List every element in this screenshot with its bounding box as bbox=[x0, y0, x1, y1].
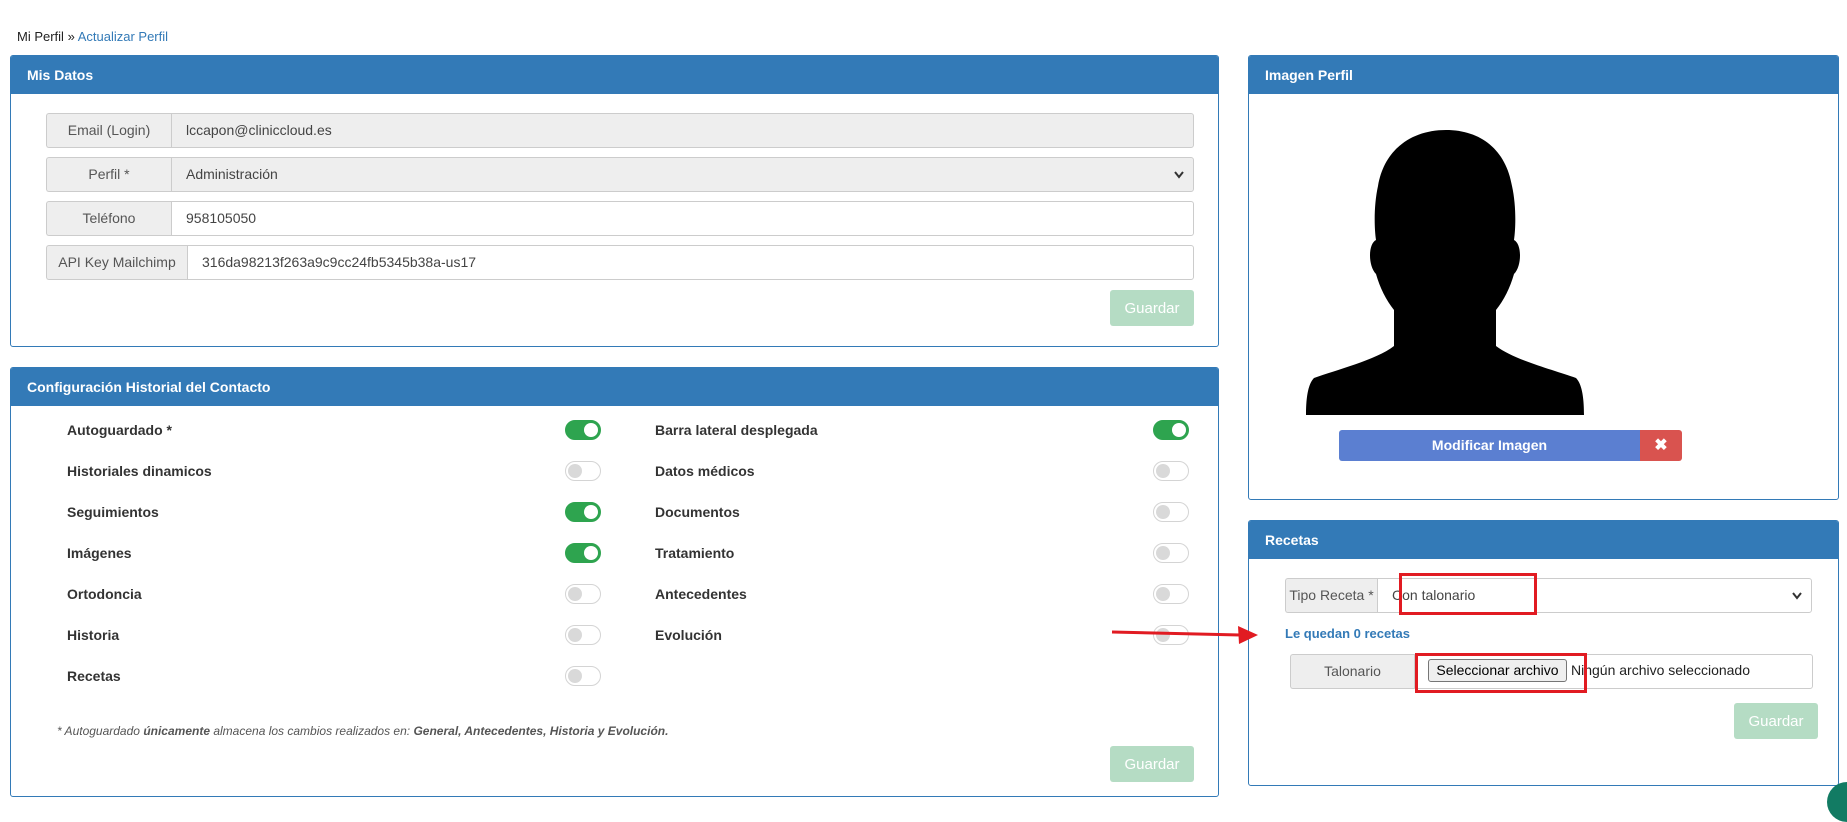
toggle-knob bbox=[1156, 505, 1170, 519]
api-key-row: API Key Mailchimp 316da98213f263a9c9cc24… bbox=[46, 245, 1194, 280]
historial-left-label-6: Recetas bbox=[67, 668, 121, 684]
mis-datos-title: Mis Datos bbox=[11, 56, 1218, 94]
historial-right-toggle-0[interactable] bbox=[1153, 420, 1189, 440]
note-middle: almacena los cambios realizados en: bbox=[213, 724, 411, 738]
annotation-box-file bbox=[1415, 653, 1587, 693]
email-row: Email (Login) lccapon@cliniccloud.es bbox=[46, 113, 1194, 148]
tipo-receta-row: Tipo Receta * Con talonario bbox=[1285, 578, 1812, 613]
toggle-knob bbox=[1156, 587, 1170, 601]
toggle-knob bbox=[584, 423, 598, 437]
autoguardado-note: * Autoguardado únicamente almacena los c… bbox=[57, 724, 668, 738]
historial-left-toggle-6[interactable] bbox=[565, 666, 601, 686]
historial-right-label-4: Antecedentes bbox=[655, 586, 747, 602]
toggle-knob bbox=[568, 587, 582, 601]
toggle-knob bbox=[1172, 423, 1186, 437]
historial-right-toggle-1[interactable] bbox=[1153, 461, 1189, 481]
historial-right-toggle-2[interactable] bbox=[1153, 502, 1189, 522]
historial-left-label-0: Autoguardado * bbox=[67, 422, 172, 438]
tipo-receta-label: Tipo Receta * bbox=[1285, 578, 1377, 613]
toggle-knob bbox=[584, 546, 598, 560]
historial-left-label-1: Historiales dinamicos bbox=[67, 463, 212, 479]
api-key-label: API Key Mailchimp bbox=[46, 245, 187, 280]
talonario-label: Talonario bbox=[1290, 654, 1414, 689]
historial-right-label-2: Documentos bbox=[655, 504, 740, 520]
historial-title: Configuración Historial del Contacto bbox=[11, 368, 1218, 406]
telefono-row: Teléfono 958105050 bbox=[46, 201, 1194, 236]
historial-left-label-2: Seguimientos bbox=[67, 504, 159, 520]
historial-right-toggle-4[interactable] bbox=[1153, 584, 1189, 604]
historial-left-toggle-1[interactable] bbox=[565, 461, 601, 481]
chevron-down-icon bbox=[1791, 579, 1803, 625]
perfil-select[interactable]: Administración bbox=[171, 157, 1194, 192]
breadcrumb-separator: » bbox=[67, 29, 75, 44]
perfil-label: Perfil * bbox=[46, 157, 171, 192]
historial-panel: Configuración Historial del Contacto Aut… bbox=[10, 367, 1219, 797]
imagen-perfil-panel: Imagen Perfil Modificar Imagen ✖ bbox=[1248, 55, 1839, 500]
historial-left-label-3: Imágenes bbox=[67, 545, 132, 561]
file-status: Ningún archivo seleccionado bbox=[1571, 662, 1750, 678]
avatar bbox=[1306, 130, 1584, 415]
toggle-knob bbox=[1156, 464, 1170, 478]
historial-save-button[interactable]: Guardar bbox=[1110, 746, 1194, 782]
telefono-label: Teléfono bbox=[46, 201, 171, 236]
telefono-field[interactable]: 958105050 bbox=[171, 201, 1194, 236]
recetas-title: Recetas bbox=[1249, 521, 1838, 559]
chevron-down-icon bbox=[1173, 158, 1185, 204]
historial-right-label-3: Tratamiento bbox=[655, 545, 735, 561]
annotation-arrow-icon bbox=[1111, 626, 1258, 644]
modify-image-button[interactable]: Modificar Imagen bbox=[1339, 430, 1640, 461]
toggle-knob bbox=[584, 505, 598, 519]
historial-left-toggle-4[interactable] bbox=[565, 584, 601, 604]
email-label: Email (Login) bbox=[46, 113, 171, 148]
historial-right-toggle-3[interactable] bbox=[1153, 543, 1189, 563]
breadcrumb-current[interactable]: Actualizar Perfil bbox=[78, 29, 168, 44]
note-emphasis: únicamente bbox=[143, 724, 210, 738]
close-icon: ✖ bbox=[1654, 437, 1668, 454]
imagen-perfil-title: Imagen Perfil bbox=[1249, 56, 1838, 94]
historial-right-label-0: Barra lateral desplegada bbox=[655, 422, 818, 438]
historial-left-toggle-2[interactable] bbox=[565, 502, 601, 522]
historial-left-toggle-0[interactable] bbox=[565, 420, 601, 440]
recetas-remaining: Le quedan 0 recetas bbox=[1285, 626, 1410, 641]
historial-right-label-1: Datos médicos bbox=[655, 463, 755, 479]
historial-left-label-4: Ortodoncia bbox=[67, 586, 142, 602]
mis-datos-save-button[interactable]: Guardar bbox=[1110, 290, 1194, 326]
toggle-knob bbox=[568, 464, 582, 478]
recetas-save-button[interactable]: Guardar bbox=[1734, 703, 1818, 739]
historial-right-label-5: Evolución bbox=[655, 627, 722, 643]
historial-left-toggle-3[interactable] bbox=[565, 543, 601, 563]
toggle-knob bbox=[568, 669, 582, 683]
note-prefix: * Autoguardado bbox=[57, 724, 140, 738]
delete-image-button[interactable]: ✖ bbox=[1640, 430, 1682, 461]
breadcrumb: Mi Perfil » Actualizar Perfil bbox=[17, 29, 168, 44]
historial-left-label-5: Historia bbox=[67, 627, 120, 643]
perfil-row: Perfil * Administración bbox=[46, 157, 1194, 192]
api-key-field[interactable]: 316da98213f263a9c9cc24fb5345b38a-us17 bbox=[187, 245, 1194, 280]
annotation-box-tipo bbox=[1399, 573, 1537, 615]
mis-datos-panel: Mis Datos Email (Login) lccapon@cliniccl… bbox=[10, 55, 1219, 347]
toggle-knob bbox=[1156, 546, 1170, 560]
note-list: General, Antecedentes, Historia y Evoluc… bbox=[413, 724, 669, 738]
toggle-knob bbox=[568, 628, 582, 642]
perfil-select-value: Administración bbox=[186, 166, 278, 182]
chat-widget-icon[interactable] bbox=[1827, 782, 1847, 822]
email-field[interactable]: lccapon@cliniccloud.es bbox=[171, 113, 1194, 148]
breadcrumb-root[interactable]: Mi Perfil bbox=[17, 29, 64, 44]
historial-left-toggle-5[interactable] bbox=[565, 625, 601, 645]
